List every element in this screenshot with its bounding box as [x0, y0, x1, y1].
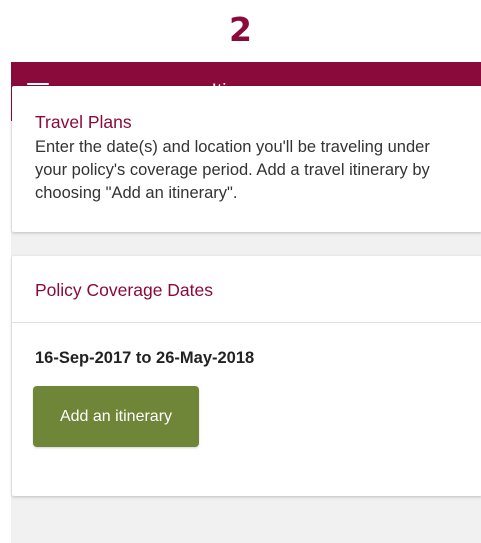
- travel-plans-card: Travel Plans Enter the date(s) and locat…: [12, 86, 481, 232]
- policy-coverage-card: Policy Coverage Dates 16-Sep-2017 to 26-…: [12, 256, 481, 496]
- card-divider: [12, 322, 481, 323]
- step-number: 2: [229, 10, 252, 49]
- travel-plans-description: Enter the date(s) and location you'll be…: [35, 138, 430, 202]
- add-itinerary-button[interactable]: Add an itinerary: [33, 386, 199, 447]
- travel-plans-heading: Travel Plans: [35, 112, 132, 132]
- coverage-dates-value: 16-Sep-2017 to 26-May-2018: [35, 349, 255, 367]
- policy-coverage-heading: Policy Coverage Dates: [35, 280, 213, 300]
